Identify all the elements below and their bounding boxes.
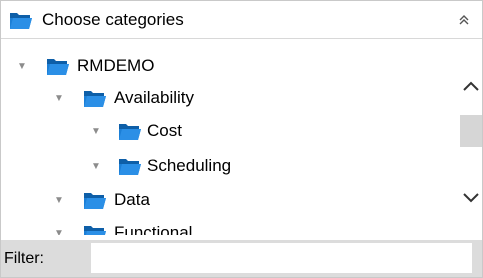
scrollbar-thumb[interactable] [460, 115, 482, 147]
filter-label: Filter: [4, 250, 44, 267]
chevron-down-icon[interactable] [461, 187, 481, 207]
filter-bar: Filter: [1, 240, 482, 277]
folder-open-icon [9, 11, 33, 29]
double-chevron-up-icon[interactable] [454, 10, 474, 30]
category-chooser-panel: Choose categories ▼ RMDEMO ▼ Availabilit… [0, 0, 483, 278]
tree-node[interactable]: ▼ Scheduling [89, 150, 231, 182]
caret-down-icon[interactable]: ▼ [89, 124, 103, 138]
caret-down-icon[interactable]: ▼ [52, 91, 66, 105]
tree-node-label: Functional [114, 223, 193, 235]
filter-input[interactable] [91, 243, 472, 273]
folder-open-icon [117, 157, 143, 175]
caret-down-icon[interactable]: ▼ [52, 193, 66, 207]
tree-node-label: Cost [147, 121, 182, 140]
tree-node-label: RMDEMO [77, 56, 155, 75]
vertical-scrollbar[interactable] [459, 41, 482, 235]
tree-node-label: Availability [114, 88, 195, 107]
panel-title: Choose categories [42, 9, 184, 29]
tree-node[interactable]: ▼ RMDEMO [15, 50, 154, 82]
category-tree: ▼ RMDEMO ▼ Availability ▼ Cost ▼ Schedul… [1, 41, 459, 235]
tree-node-label: Scheduling [147, 156, 232, 175]
folder-open-icon [82, 89, 108, 107]
caret-down-icon[interactable]: ▼ [89, 159, 103, 173]
folder-open-icon [45, 57, 71, 75]
tree-node-label: Data [114, 190, 150, 209]
folder-open-icon [82, 224, 108, 235]
tree-node[interactable]: ▼ Cost [89, 115, 182, 147]
folder-open-icon [82, 191, 108, 209]
tree-node[interactable]: ▼ Availability [52, 82, 194, 114]
chevron-up-icon[interactable] [461, 77, 481, 97]
caret-down-icon[interactable]: ▼ [15, 59, 29, 73]
caret-down-icon[interactable]: ▼ [52, 226, 66, 236]
folder-open-icon [117, 122, 143, 140]
tree-node[interactable]: ▼ Data [52, 184, 150, 216]
tree-node[interactable]: ▼ Functional [52, 217, 192, 235]
panel-header: Choose categories [1, 1, 482, 39]
